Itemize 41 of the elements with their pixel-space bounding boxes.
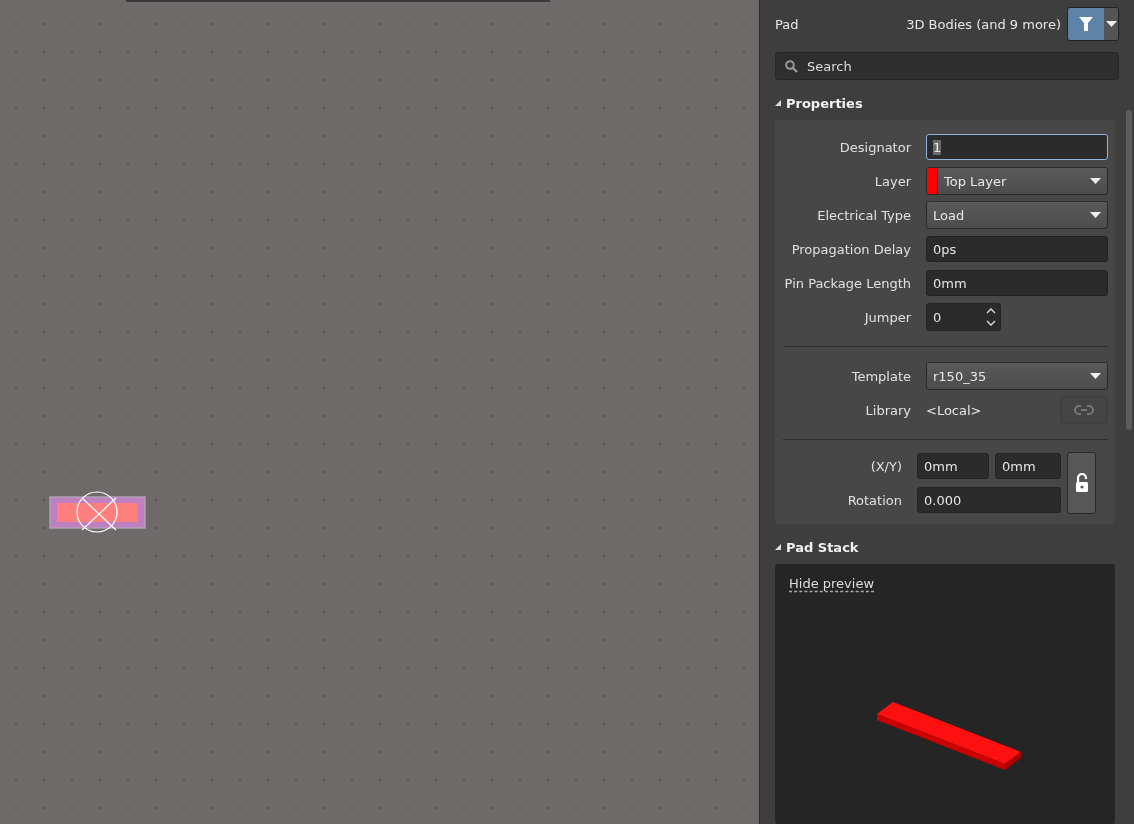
- dropdown[interactable]: r150_35: [926, 362, 1108, 390]
- field-label: Rotation: [846, 492, 902, 508]
- caret-icon: [1090, 178, 1101, 184]
- library-value: <Local>: [926, 402, 982, 418]
- section-title[interactable]: Properties: [786, 95, 863, 111]
- collapse-icon[interactable]: [775, 100, 781, 106]
- field-label: Pin Package Length: [783, 275, 911, 291]
- hide-preview-link[interactable]: Hide preview: [789, 576, 874, 591]
- dropdown[interactable]: Load: [926, 201, 1108, 229]
- object-type: Pad: [775, 16, 800, 32]
- field-label: Template: [850, 368, 911, 384]
- x-field[interactable]: 0mm: [917, 453, 989, 479]
- field-label: Designator: [838, 139, 911, 155]
- link-icon: [1074, 405, 1094, 415]
- rotation-field[interactable]: 0.000: [917, 487, 1061, 513]
- y-field[interactable]: 0mm: [995, 453, 1061, 479]
- spinner-arrows-icon[interactable]: [986, 307, 996, 327]
- section-title[interactable]: Pad Stack: [786, 539, 859, 555]
- pad-drawing[interactable]: [48, 488, 148, 536]
- lock-button[interactable]: [1067, 452, 1096, 514]
- unlock-icon: [1074, 473, 1089, 493]
- text-field[interactable]: 1: [926, 134, 1108, 160]
- field-label: Electrical Type: [816, 207, 911, 223]
- caret-icon: [1090, 212, 1101, 218]
- field-label: Jumper: [863, 309, 911, 325]
- field-label: Propagation Delay: [790, 241, 911, 257]
- search-field[interactable]: Search: [775, 52, 1119, 80]
- collapse-icon[interactable]: [775, 544, 781, 550]
- caret-icon: [1090, 373, 1101, 379]
- spinner-field[interactable]: 0: [926, 303, 1001, 331]
- filter-summary: 3D Bodies (and 9 more): [906, 16, 1061, 32]
- text-field[interactable]: 0mm: [926, 270, 1108, 296]
- filter-button[interactable]: [1068, 8, 1104, 40]
- dropdown[interactable]: Top Layer: [926, 167, 1108, 195]
- caret-icon: [1105, 21, 1117, 27]
- field-label: Layer: [873, 173, 911, 189]
- filter-menu-button[interactable]: [1104, 8, 1118, 40]
- text-field[interactable]: 0ps: [926, 236, 1108, 262]
- filter-icon: [1079, 17, 1093, 31]
- field-label: Library: [864, 402, 911, 418]
- field-label: (X/Y): [869, 458, 902, 474]
